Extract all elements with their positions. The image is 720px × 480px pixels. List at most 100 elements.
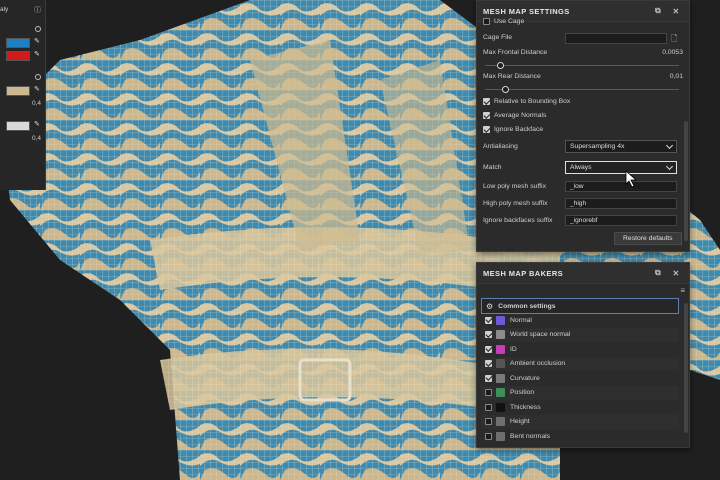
baker-row[interactable]: Curvature bbox=[481, 371, 679, 385]
use-cage-label: Use Cage bbox=[494, 18, 525, 25]
id-map-icon bbox=[496, 344, 505, 354]
low-poly-suffix-input[interactable]: _low bbox=[565, 181, 677, 192]
undock-icon[interactable]: ⧉ bbox=[651, 4, 665, 18]
eyedropper-icon[interactable]: ✎ bbox=[34, 86, 40, 93]
average-normals-label: Average Normals bbox=[494, 112, 547, 119]
ignore-backface-checkbox[interactable] bbox=[483, 126, 490, 133]
baker-row[interactable]: World space normal bbox=[481, 327, 679, 342]
file-icon[interactable]: 🗋 bbox=[671, 33, 677, 47]
baker-row[interactable]: Height bbox=[481, 414, 679, 429]
color-swatch-light[interactable] bbox=[6, 121, 30, 131]
antialiasing-value: Supersampling 4x bbox=[570, 143, 625, 150]
antialiasing-label: Antialiasing bbox=[483, 143, 518, 150]
baker-checkbox[interactable] bbox=[485, 374, 492, 382]
max-rear-distance-value: 0,01 bbox=[669, 73, 683, 80]
baker-checkbox[interactable] bbox=[485, 331, 492, 338]
ignore-backface-label: Ignore Backface bbox=[494, 126, 544, 133]
relative-bbox-checkbox[interactable] bbox=[483, 98, 490, 105]
baker-row[interactable]: Normal bbox=[481, 313, 679, 327]
baker-label: Height bbox=[510, 418, 530, 425]
baker-checkbox[interactable] bbox=[485, 418, 492, 425]
match-label: Match bbox=[483, 164, 502, 171]
max-rear-distance-label: Max Rear Distance bbox=[483, 73, 541, 80]
panel-title: MESH MAP SETTINGS bbox=[483, 6, 570, 16]
color-swatch-blue[interactable] bbox=[6, 38, 30, 48]
baker-checkbox[interactable] bbox=[485, 316, 492, 324]
max-frontal-distance-slider-knob[interactable] bbox=[497, 62, 504, 69]
baker-checkbox[interactable] bbox=[485, 389, 492, 396]
chevron-down-icon bbox=[665, 162, 674, 171]
close-icon[interactable]: ✕ bbox=[669, 4, 683, 18]
eyedropper-icon[interactable]: ✎ bbox=[34, 121, 40, 128]
baker-label: Ambient occlusion bbox=[510, 360, 566, 367]
high-poly-suffix-label: High poly mesh suffix bbox=[483, 200, 548, 207]
panel-header: MESH MAP BAKERS ⧉ ✕ bbox=[477, 263, 689, 284]
mesh-map-settings-panel: MESH MAP SETTINGS ⧉ ✕ Use Cage Cage File… bbox=[476, 0, 690, 252]
reset-icon[interactable] bbox=[35, 26, 41, 32]
scrollbar[interactable] bbox=[684, 121, 688, 241]
color-swatch-red[interactable] bbox=[6, 51, 30, 61]
use-cage-checkbox[interactable] bbox=[483, 18, 490, 25]
baker-checkbox[interactable] bbox=[485, 345, 492, 353]
use-cage-row[interactable]: Use Cage bbox=[483, 18, 683, 25]
scrollbar[interactable] bbox=[684, 303, 688, 433]
ignore-backface-row[interactable]: Ignore Backface bbox=[483, 126, 683, 133]
match-select[interactable]: Always bbox=[565, 161, 677, 174]
mouse-cursor-icon bbox=[625, 170, 638, 188]
restore-defaults-button[interactable]: Restore defaults bbox=[614, 232, 682, 245]
relative-bbox-label: Relative to Bounding Box bbox=[494, 98, 571, 105]
baker-checkbox[interactable] bbox=[485, 360, 492, 367]
max-rear-distance-slider-knob[interactable] bbox=[502, 86, 509, 93]
low-poly-suffix-label: Low poly mesh suffix bbox=[483, 183, 546, 190]
max-frontal-distance-value: 0,0053 bbox=[662, 49, 683, 56]
height-map-icon bbox=[496, 417, 505, 426]
menu-icon[interactable]: ≡ bbox=[680, 286, 685, 295]
average-normals-checkbox[interactable] bbox=[483, 112, 490, 119]
chevron-down-icon bbox=[665, 141, 674, 150]
baker-row[interactable]: Ambient occlusion bbox=[481, 356, 679, 371]
baker-checkbox[interactable] bbox=[485, 403, 492, 411]
baker-row[interactable]: Bent normals bbox=[481, 429, 679, 443]
max-rear-distance-slider-track[interactable] bbox=[485, 89, 679, 90]
undock-icon[interactable]: ⧉ bbox=[651, 266, 665, 280]
eyedropper-icon[interactable]: ✎ bbox=[34, 38, 40, 45]
material-properties-panel: aly ⓘ ✎ ✎ ✎ 0,4 ✎ 0,4 bbox=[0, 0, 46, 190]
baker-row[interactable]: ID bbox=[481, 342, 679, 356]
baker-label: Thickness bbox=[510, 403, 541, 411]
close-icon[interactable]: ✕ bbox=[669, 266, 683, 280]
baker-label: Bent normals bbox=[510, 432, 551, 440]
baker-label: Curvature bbox=[510, 374, 540, 382]
cage-file-label: Cage File bbox=[483, 34, 513, 41]
gear-icon: ⚙ bbox=[486, 301, 494, 311]
ao-map-icon bbox=[496, 359, 505, 368]
match-value: Always bbox=[570, 164, 592, 171]
relative-bbox-row[interactable]: Relative to Bounding Box bbox=[483, 98, 683, 105]
baker-row[interactable]: Thickness bbox=[481, 400, 679, 414]
baker-checkbox[interactable] bbox=[485, 432, 492, 440]
panel-label: aly bbox=[0, 6, 9, 13]
value-label: 0,4 bbox=[32, 135, 42, 142]
max-frontal-distance-slider-track[interactable] bbox=[485, 65, 679, 66]
antialiasing-select[interactable]: Supersampling 4x bbox=[565, 140, 677, 153]
bent-normals-icon bbox=[496, 431, 505, 441]
baker-label: Position bbox=[510, 389, 535, 396]
color-swatch-tan[interactable] bbox=[6, 86, 30, 96]
common-settings-row[interactable]: ⚙ Common settings bbox=[481, 298, 679, 314]
max-frontal-distance-label: Max Frontal Distance bbox=[483, 49, 548, 56]
average-normals-row[interactable]: Average Normals bbox=[483, 112, 683, 119]
max-frontal-distance-row: Max Frontal Distance 0,0053 bbox=[483, 49, 683, 56]
baker-label: Normal bbox=[510, 316, 532, 324]
ignore-backfaces-suffix-input[interactable]: _ignorebf bbox=[565, 215, 677, 226]
mesh-map-bakers-panel: MESH MAP BAKERS ⧉ ✕ ≡ ⚙ Common settings … bbox=[476, 262, 690, 448]
panel-title: MESH MAP BAKERS bbox=[483, 268, 564, 278]
eyedropper-icon[interactable]: ✎ bbox=[34, 51, 40, 58]
common-settings-label: Common settings bbox=[498, 302, 556, 310]
cage-file-input[interactable] bbox=[565, 33, 667, 44]
baker-label: World space normal bbox=[510, 331, 571, 338]
curvature-map-icon bbox=[496, 373, 505, 383]
position-map-icon bbox=[496, 388, 505, 397]
reset-icon[interactable] bbox=[35, 74, 41, 80]
high-poly-suffix-input[interactable]: _high bbox=[565, 198, 677, 209]
info-icon[interactable]: ⓘ bbox=[34, 5, 41, 15]
baker-row[interactable]: Position bbox=[481, 385, 679, 400]
